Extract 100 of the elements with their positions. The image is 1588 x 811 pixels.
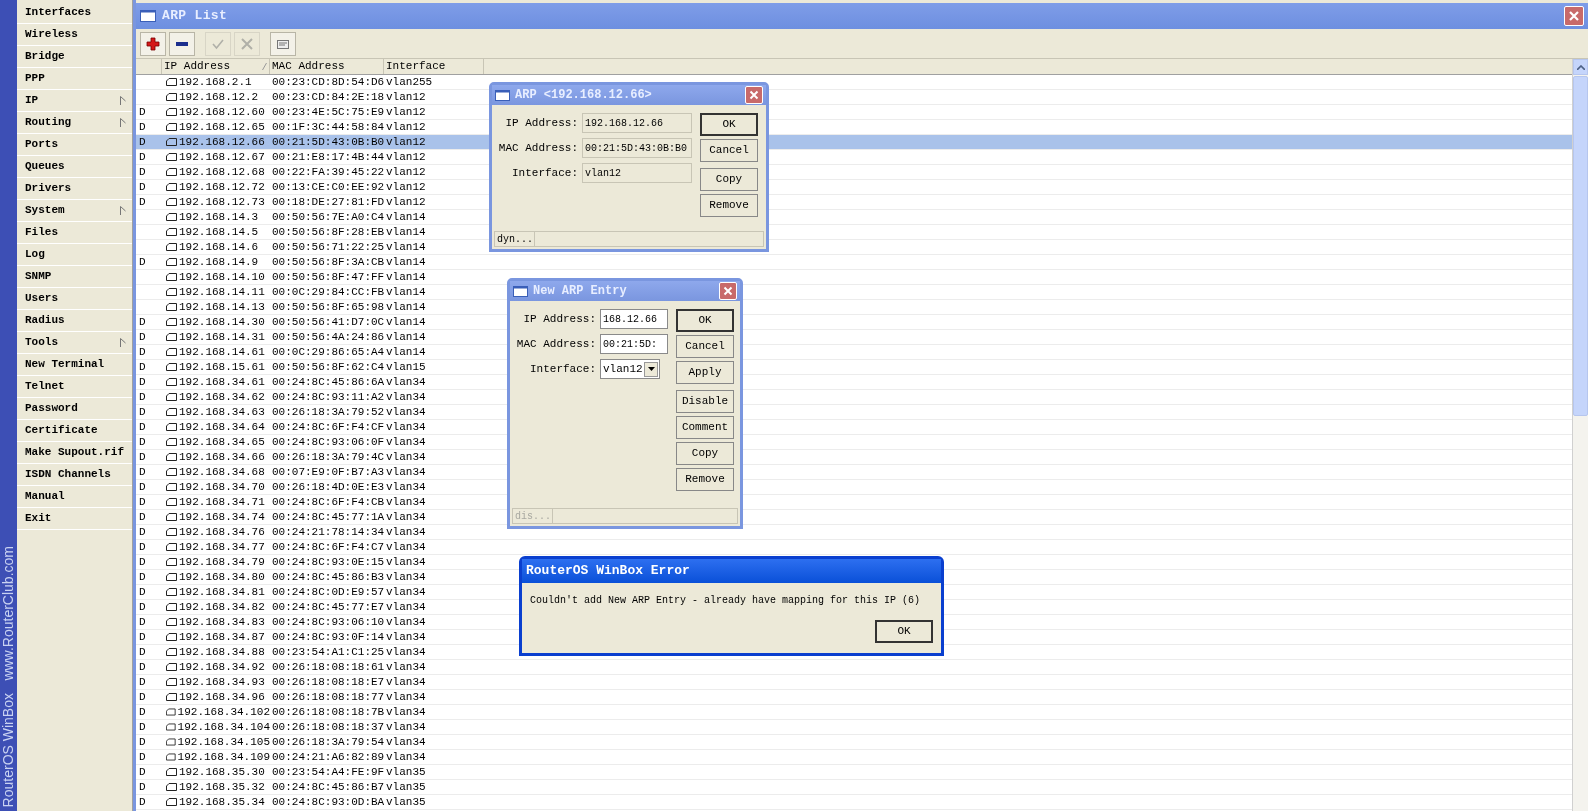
menu-item[interactable]: Queues	[17, 156, 132, 178]
input-field[interactable]: 192.168.12.66	[582, 113, 692, 133]
ok-button[interactable]: OK	[875, 620, 933, 643]
sort-icon	[262, 63, 267, 70]
table-row[interactable]: D 192.168.35.34 00:24:8C:93:0D:BA vlan35	[136, 795, 1572, 810]
menu-item[interactable]: Certificate	[17, 420, 132, 442]
brand-site: www.RouterClub.com	[0, 546, 17, 681]
menu-item[interactable]: Exit	[17, 508, 132, 530]
dialog-button[interactable]: Cancel	[676, 335, 734, 358]
menu-item[interactable]: Log	[17, 244, 132, 266]
table-row[interactable]: D 192.168.14.9 00:50:56:8F:3A:CB vlan14	[136, 255, 1572, 270]
table-row[interactable]: D 192.168.34.77 00:24:8C:6F:F4:C7 vlan34	[136, 540, 1572, 555]
table-cell: 192.168.14.13	[179, 300, 265, 314]
table-cell: 192.168.34.102	[177, 705, 270, 719]
column-header[interactable]: MAC Address	[270, 59, 384, 74]
table-row[interactable]: D 192.168.34.104 00:26:18:08:18:37 vlan34	[136, 720, 1572, 735]
menu-item[interactable]: Interfaces	[17, 2, 132, 24]
table-cell: vlan12	[386, 196, 426, 208]
dynamic-flag-label: D	[139, 616, 146, 628]
menu-item[interactable]: PPP	[17, 68, 132, 90]
table-cell: 00:24:8C:93:11:A2	[272, 391, 385, 403]
menu-item[interactable]: Make Supout.rif	[17, 442, 132, 464]
dialog-button[interactable]: Remove	[676, 468, 734, 491]
dialog-button[interactable]: Apply	[676, 361, 734, 384]
table-cell: 00:26:18:3A:79:4C	[272, 451, 385, 463]
dialog-button[interactable]: Copy	[676, 442, 734, 465]
table-cell: vlan34	[386, 436, 426, 448]
table-row[interactable]: D 192.168.34.109 00:24:21:A6:82:89 vlan34	[136, 750, 1572, 765]
table-row[interactable]: D 192.168.34.102 00:26:18:08:18:7B vlan34	[136, 705, 1572, 720]
table-cell: 192.168.2.1	[179, 75, 252, 89]
dialog-button[interactable]: Disable	[676, 390, 734, 413]
menu-item[interactable]: IP	[17, 90, 132, 112]
dialog-button[interactable]: OK	[700, 113, 758, 136]
scroll-thumb[interactable]	[1573, 76, 1588, 416]
table-row[interactable]: D 192.168.34.96 00:26:18:08:18:77 vlan34	[136, 690, 1572, 705]
dialog-button[interactable]: Cancel	[700, 139, 758, 162]
dynamic-flag-label: D	[139, 706, 146, 718]
table-row[interactable]: D 192.168.34.92 00:26:18:08:18:61 vlan34	[136, 660, 1572, 675]
menu-item[interactable]: Telnet	[17, 376, 132, 398]
table-row[interactable]: D 192.168.34.105 00:26:18:3A:79:54 vlan34	[136, 735, 1572, 750]
table-row[interactable]: D 192.168.34.76 00:24:21:78:14:34 vlan34	[136, 525, 1572, 540]
menu-item[interactable]: SNMP	[17, 266, 132, 288]
menu-item[interactable]: Manual	[17, 486, 132, 508]
table-cell: vlan14	[386, 271, 426, 283]
table-cell: 00:26:18:08:18:E7	[272, 676, 385, 688]
dialog-button[interactable]: OK	[676, 309, 734, 332]
menu-item[interactable]: Drivers	[17, 178, 132, 200]
table-row[interactable]: D 192.168.34.93 00:26:18:08:18:E7 vlan34	[136, 675, 1572, 690]
dynamic-flag-label: D	[139, 391, 146, 403]
menu-item[interactable]: Bridge	[17, 46, 132, 68]
menu-item[interactable]: Password	[17, 398, 132, 420]
column-header[interactable]: IP Address	[162, 59, 270, 74]
menu-item[interactable]: Wireless	[17, 24, 132, 46]
interface-dropdown[interactable]: vlan12	[600, 359, 660, 379]
table-cell: 00:24:8C:6F:F4:CB	[272, 496, 385, 508]
table-cell: vlan34	[386, 376, 426, 388]
entry-icon	[166, 693, 177, 701]
input-field[interactable]: 00:21:5D:	[600, 334, 668, 354]
menu-item[interactable]: Tools	[17, 332, 132, 354]
close-button[interactable]	[745, 86, 763, 104]
input-field[interactable]: 00:21:5D:43:0B:B0	[582, 138, 692, 158]
table-cell: 192.168.34.66	[179, 450, 265, 464]
table-cell: 00:21:5D:43:0B:B0	[272, 136, 385, 148]
close-button[interactable]	[1564, 6, 1584, 26]
entry-icon	[166, 603, 177, 611]
table-row[interactable]: D 192.168.35.32 00:24:8C:45:86:B7 vlan35	[136, 780, 1572, 795]
close-button[interactable]	[719, 282, 737, 300]
table-row[interactable]: 192.168.2.1 00:23:CD:8D:54:D6 vlan255	[136, 75, 1572, 90]
dialog-button[interactable]: Remove	[700, 194, 758, 217]
table-cell: 192.168.34.81	[179, 585, 265, 599]
input-field[interactable]: 168.12.66	[600, 309, 668, 329]
menu-item[interactable]: System	[17, 200, 132, 222]
close-icon	[1568, 10, 1580, 22]
menu-item[interactable]: Routing	[17, 112, 132, 134]
menu-item[interactable]: Ports	[17, 134, 132, 156]
menu-item[interactable]: ISDN Channels	[17, 464, 132, 486]
menu-item[interactable]: Users	[17, 288, 132, 310]
dynamic-flag-label: D	[139, 406, 146, 418]
menu-item[interactable]: Radius	[17, 310, 132, 332]
entry-icon	[166, 273, 177, 281]
table-cell: vlan34	[386, 676, 426, 688]
input-field[interactable]: vlan12	[582, 163, 692, 183]
comment-button[interactable]	[270, 31, 296, 56]
scrollbar[interactable]	[1572, 59, 1588, 811]
menu-item[interactable]: New Terminal	[17, 354, 132, 376]
table-row[interactable]: D 192.168.35.30 00:23:54:A4:FE:9F vlan35	[136, 765, 1572, 780]
dynamic-flag-label: D	[139, 541, 146, 553]
add-button[interactable]	[140, 31, 166, 56]
table-cell: vlan15	[386, 361, 426, 373]
dialog-button[interactable]: Copy	[700, 168, 758, 191]
column-header[interactable]: Interface	[384, 59, 484, 74]
remove-button[interactable]	[169, 31, 195, 56]
table-row[interactable]: 192.168.14.10 00:50:56:8F:47:FF vlan14	[136, 270, 1572, 285]
table-cell: 192.168.15.61	[179, 360, 265, 374]
table-cell: 192.168.14.6	[179, 240, 259, 254]
table-cell: vlan34	[386, 631, 426, 643]
entry-icon	[166, 468, 177, 476]
dynamic-flag-label: D	[139, 196, 146, 208]
dialog-button[interactable]: Comment	[676, 416, 734, 439]
menu-item[interactable]: Files	[17, 222, 132, 244]
